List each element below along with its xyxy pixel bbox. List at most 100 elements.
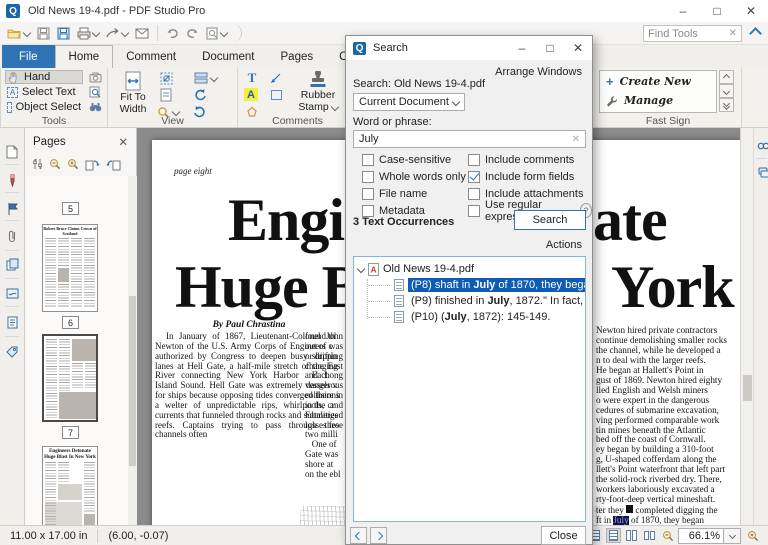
close-search-button[interactable]: Close <box>541 526 586 545</box>
search-result-row[interactable]: (P10) (July, 1872): 145-149. <box>354 309 585 325</box>
annotations-panel-button[interactable] <box>4 172 20 188</box>
select-text-button[interactable]: A Select Text <box>5 85 83 99</box>
thumbnail-settings-icon[interactable] <box>32 158 43 170</box>
search-result-text[interactable]: (P9) finished in July, 1872." In fact, i… <box>408 294 586 308</box>
loupe-button[interactable] <box>87 85 103 99</box>
attachments-panel-button[interactable] <box>4 228 20 244</box>
actual-size-button[interactable] <box>158 88 174 102</box>
pencil-tool[interactable] <box>268 71 284 85</box>
search-option-include-comments[interactable]: Include comments <box>468 153 592 166</box>
search-button[interactable]: Search <box>514 210 586 230</box>
document-scrollbar[interactable] <box>740 128 753 525</box>
rotate-view-ccw-button[interactable] <box>192 88 208 102</box>
page-label-6[interactable]: 6 <box>62 316 79 329</box>
tab-file[interactable]: File <box>2 45 55 68</box>
advanced-search-button[interactable] <box>87 100 103 114</box>
search-dialog-titlebar[interactable]: Q Search – □ ✕ <box>346 36 592 60</box>
checkbox-unchecked[interactable] <box>362 188 374 200</box>
checkbox-unchecked[interactable] <box>468 188 480 200</box>
page-layout-button[interactable] <box>190 71 220 85</box>
checkbox-unchecked[interactable] <box>362 154 374 166</box>
next-result-button[interactable] <box>370 527 387 544</box>
checkbox-unchecked[interactable] <box>468 205 480 217</box>
search-result-selected[interactable]: (P8) shaft in July of 1870, they began <box>408 278 586 292</box>
checkbox-unchecked[interactable] <box>362 205 374 217</box>
facing-continuous-layout-button[interactable] <box>642 528 657 543</box>
send-button[interactable] <box>104 24 130 42</box>
zoom-level-input[interactable]: 66.1% <box>678 528 724 544</box>
zoom-in-thumbnails-icon[interactable] <box>67 158 79 170</box>
text-box-tool[interactable]: T <box>244 71 260 85</box>
open-button[interactable] <box>5 24 32 42</box>
close-button[interactable]: ✕ <box>734 0 768 22</box>
page-thumbnail-6[interactable]: Robert Bruce Claims Crown of Scotland <box>42 224 98 312</box>
continuous-layout-button[interactable] <box>606 528 621 543</box>
rotate-page-ccw-icon[interactable] <box>85 158 100 171</box>
snapshot-button[interactable] <box>87 70 103 84</box>
links-panel-button[interactable] <box>755 138 768 154</box>
manage-signatures[interactable]: Manage <box>606 94 673 107</box>
close-panel-icon[interactable]: ✕ <box>118 135 128 149</box>
stamps-panel-button[interactable] <box>755 164 768 180</box>
undo-button[interactable] <box>164 24 181 42</box>
search-result-row[interactable]: (P9) finished in July, 1872." In fact, i… <box>354 293 585 309</box>
rubber-stamp-button[interactable]: Rubber Stamp <box>290 71 346 113</box>
tags-panel-button[interactable] <box>4 344 20 360</box>
fit-to-width-button[interactable]: Fit To Width <box>114 71 152 115</box>
tab-comment[interactable]: Comment <box>113 45 189 68</box>
page-thumbnail-7[interactable] <box>42 334 98 422</box>
dialog-close-button[interactable]: ✕ <box>564 36 592 60</box>
email-button[interactable] <box>133 24 151 42</box>
layers-panel-button[interactable] <box>4 256 20 272</box>
page-thumbnails-panel-button[interactable] <box>4 144 20 160</box>
dialog-maximize-button[interactable]: □ <box>536 36 564 60</box>
signatures-panel-button[interactable] <box>4 285 20 301</box>
highlighter-tool[interactable]: A <box>244 88 258 101</box>
maximize-button[interactable]: □ <box>700 0 734 22</box>
search-scope-dropdown[interactable]: Current Document <box>353 93 465 111</box>
scroll-page-down-button[interactable] <box>719 98 734 112</box>
rectangle-tool[interactable] <box>268 88 284 102</box>
object-select-button[interactable]: Object Select <box>5 100 83 114</box>
actions-link[interactable]: Actions <box>546 239 582 251</box>
scroll-up-button[interactable] <box>719 70 734 84</box>
hand-tool-button[interactable]: Hand <box>5 70 83 84</box>
pages-scrollbar-thumb[interactable] <box>129 296 136 466</box>
tab-pages[interactable]: Pages <box>268 45 327 68</box>
page-thumbnail-8[interactable]: Engineers Detonate Huge Blast In New Yor… <box>42 446 98 525</box>
search-option-whole-words-only[interactable]: Whole words only <box>362 170 466 183</box>
zoom-level-dropdown[interactable] <box>724 528 741 544</box>
previous-result-button[interactable] <box>350 527 367 544</box>
collapse-ribbon-button[interactable] <box>747 25 764 42</box>
save-button[interactable] <box>35 24 52 42</box>
search-query-input[interactable]: July ✕ <box>353 130 586 148</box>
print-button[interactable] <box>75 24 101 42</box>
minimize-button[interactable]: – <box>666 0 700 22</box>
facing-layout-button[interactable] <box>624 528 639 543</box>
dialog-minimize-button[interactable]: – <box>508 36 536 60</box>
search-option-file-name[interactable]: File name <box>362 187 466 200</box>
zoom-out-thumbnails-icon[interactable] <box>49 158 61 170</box>
tab-document[interactable]: Document <box>189 45 267 68</box>
clear-icon[interactable]: ✕ <box>729 28 737 39</box>
clear-query-icon[interactable]: ✕ <box>572 134 580 145</box>
search-option-include-form-fields[interactable]: Include form fields <box>468 170 592 183</box>
search-result-row[interactable]: (P8) shaft in July of 1870, they began <box>354 277 585 293</box>
arrange-windows-link[interactable]: Arrange Windows <box>495 66 582 78</box>
save-as-button[interactable] <box>55 24 72 42</box>
redo-button[interactable] <box>184 24 201 42</box>
full-screen-button[interactable] <box>158 71 174 85</box>
checkbox-unchecked[interactable] <box>362 171 374 183</box>
rotate-page-cw-icon[interactable] <box>106 158 121 171</box>
checkbox-checked[interactable] <box>468 171 480 183</box>
document-scrollbar-thumb[interactable] <box>743 375 752 401</box>
zoom-out-button[interactable] <box>660 528 675 543</box>
tab-home[interactable]: Home <box>55 45 114 68</box>
pages-panel-scrollbar[interactable] <box>128 176 137 525</box>
create-new-signature[interactable]: + Create New <box>606 75 691 88</box>
signature-list-scrollbar[interactable] <box>719 70 734 112</box>
tree-expander-icon[interactable] <box>357 265 365 273</box>
page-label-5[interactable]: 5 <box>62 202 79 215</box>
content-panel-button[interactable] <box>4 314 20 330</box>
bookmarks-panel-button[interactable] <box>4 200 20 216</box>
